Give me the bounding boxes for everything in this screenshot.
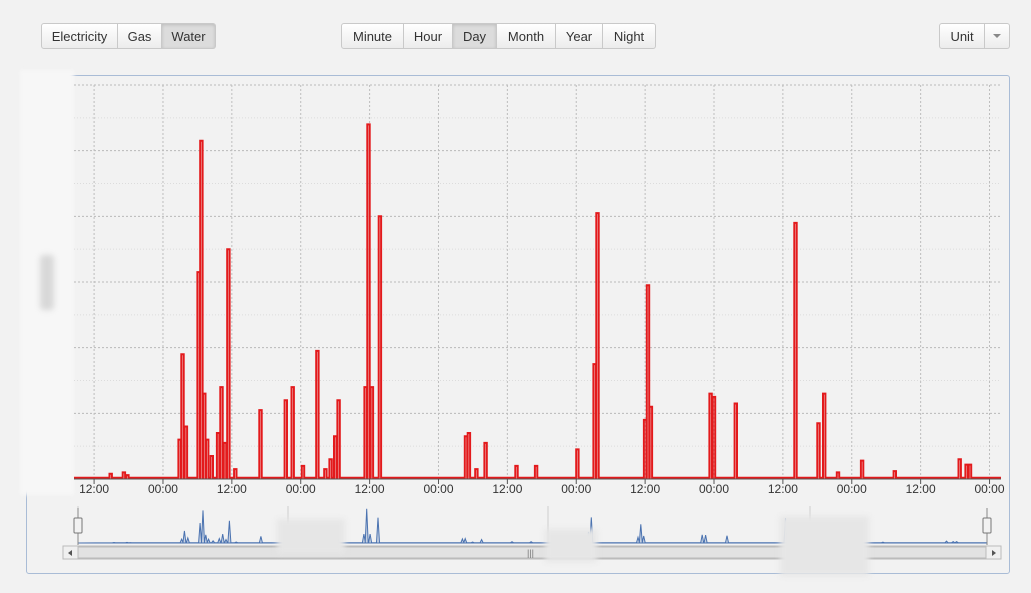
x-tick-label: 12:00: [355, 482, 385, 496]
x-axis-ticks: 12:00 00:00 12:00 00:00 12:00 00:00 12:00 00:00…: [79, 479, 1005, 496]
x-tick-label: 00:00: [148, 482, 178, 496]
x-tick-label: 12:00: [79, 482, 109, 496]
x-tick-label: 00:00: [423, 482, 453, 496]
chart-grid: [74, 84, 1001, 480]
x-tick-label: 12:00: [906, 482, 936, 496]
water-usage-line: [74, 123, 1001, 479]
x-tick-label: 12:00: [217, 482, 247, 496]
navigator-handle-left[interactable]: [73, 517, 83, 534]
chart-svg: 12:00 00:00 12:00 00:00 12:00 00:00 12:00 00:00…: [62, 84, 1005, 560]
navigator-label-blur: [277, 519, 345, 554]
navigator-handle-right[interactable]: [982, 517, 992, 534]
x-tick-label: 00:00: [286, 482, 316, 496]
x-tick-label: 00:00: [975, 482, 1005, 496]
navigator-label-blur: [545, 529, 597, 562]
x-tick-label: 12:00: [492, 482, 522, 496]
x-tick-label: 12:00: [630, 482, 660, 496]
navigator-label-blur: [780, 516, 869, 576]
x-tick-label: 00:00: [561, 482, 591, 496]
x-tick-label: 00:00: [699, 482, 729, 496]
x-tick-label: 12:00: [768, 482, 798, 496]
scrollbar-grip-icon: |||: [527, 548, 534, 558]
x-tick-label: 00:00: [837, 482, 867, 496]
